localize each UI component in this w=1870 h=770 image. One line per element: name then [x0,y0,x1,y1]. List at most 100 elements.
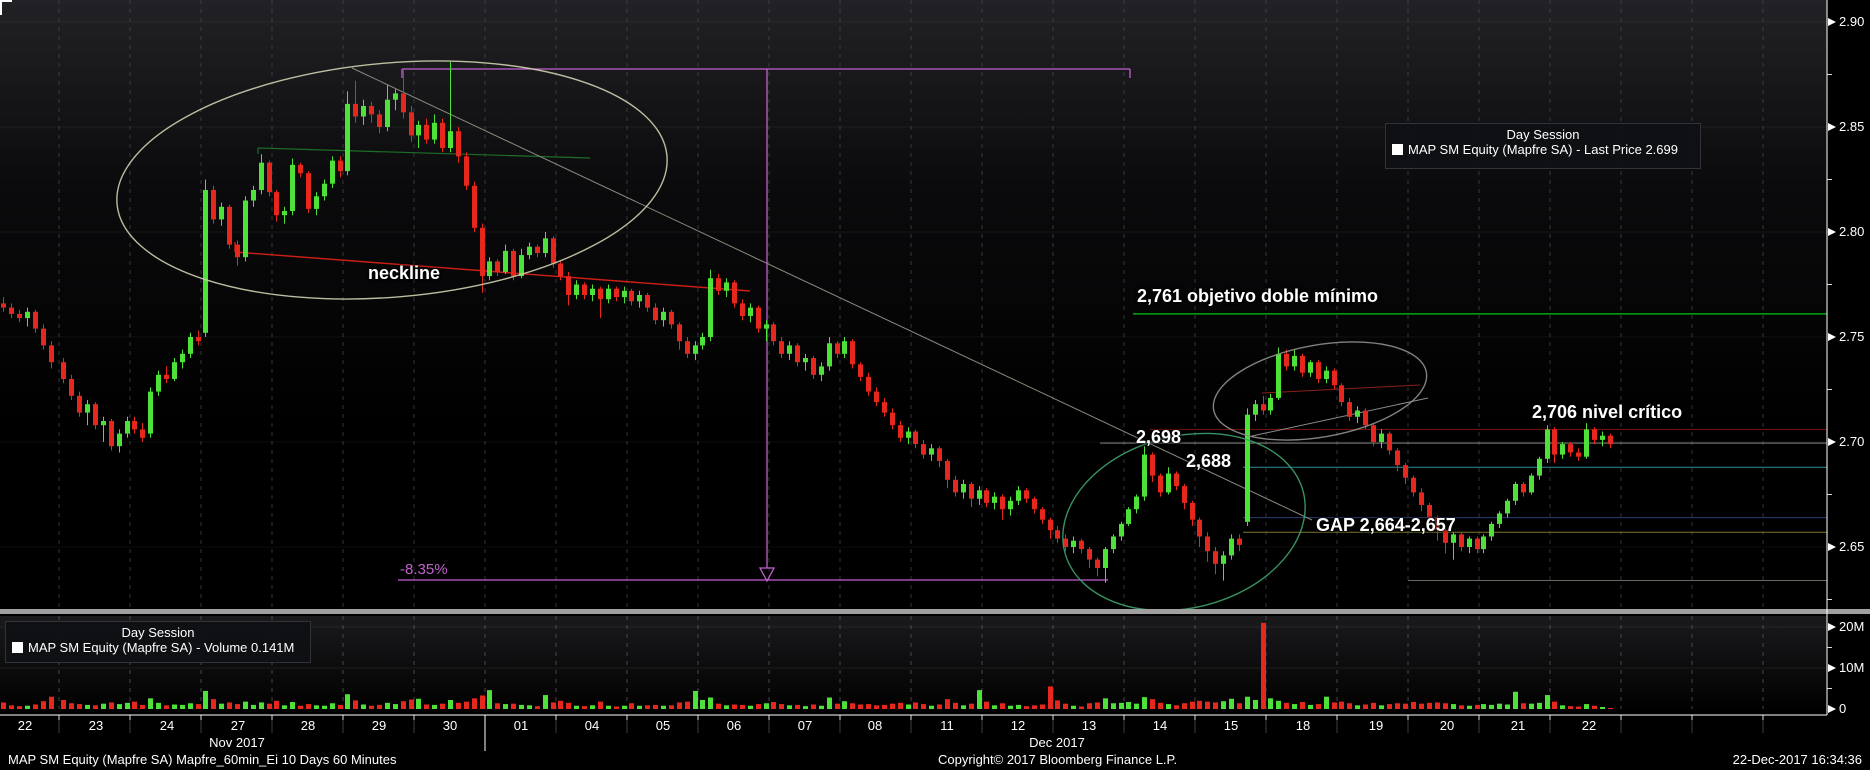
volume-bar [677,702,682,709]
volume-bar [1237,703,1242,709]
volume-bar [125,702,130,709]
candle [1111,536,1116,550]
volume-bar [906,704,911,709]
candle [211,190,216,220]
volume-bar [558,700,563,709]
candle [614,288,619,298]
volume-bar [614,706,619,709]
volume-bar [1584,704,1589,709]
volume-bar [1221,701,1226,709]
x-axis-day-label: 13 [1081,718,1097,733]
candle [219,206,224,220]
candle [1419,492,1424,505]
volume-bar [93,705,98,709]
candle [1521,484,1526,493]
volume-bar [984,701,989,709]
candle [61,362,66,379]
candle [353,103,358,117]
x-axis-day-label: 30 [442,718,458,733]
candle [1355,410,1360,417]
volume-bar [1475,704,1480,709]
x-axis-day-label: 20 [1439,718,1455,733]
x-axis-day-label: 01 [513,718,529,733]
volume-bar [211,699,216,709]
volume-bar [503,704,508,709]
volume-bar [1481,704,1486,709]
x-axis-day-label: 11 [940,718,954,733]
candle [148,391,153,434]
volume-bar [117,704,122,709]
volume-bar [1166,704,1171,709]
volume-bar [937,704,942,709]
volume-bar [716,703,721,709]
volume-bar [1403,703,1408,709]
volume-bar [440,703,445,709]
volume-legend[interactable]: Day Session MAP SM Equity (Mapfre SA) - … [5,621,311,663]
volume-bar [480,695,485,709]
candle [1584,429,1589,457]
candle [787,345,792,354]
candle [1237,538,1242,545]
price-tick-label: 2.85 [1839,119,1865,134]
legend-session-title: Day Session [121,625,195,640]
volume-bar [77,704,82,709]
volume-bar [227,702,232,709]
volume-bar [330,703,335,709]
volume-bar [1055,700,1060,709]
volume-bar [969,703,974,709]
volume-bar [748,705,753,709]
x-axis-month-label: Nov 2017 [209,735,265,750]
candle [1332,370,1337,386]
volume-bar [1008,705,1013,709]
volume-bar [424,704,429,709]
candle [1568,444,1573,453]
candle [574,284,579,295]
candle [85,404,90,413]
candle [669,311,674,325]
candle [1134,496,1139,510]
x-axis-day-label: 23 [88,718,104,733]
candle [984,490,989,503]
candle [156,374,161,392]
candle [779,341,784,354]
volume-bar [535,706,540,709]
x-axis-day-label: 21 [1510,718,1526,733]
candle [401,93,406,113]
price-legend[interactable]: Day Session MAP SM Equity (Mapfre SA) - … [1385,123,1701,169]
volume-bar [1071,705,1076,709]
price-tick-label: 2.80 [1839,224,1865,239]
volume-bar [259,702,264,709]
volume-bar [1592,705,1597,709]
candle [535,246,540,253]
volume-bar [1324,696,1329,709]
candle [235,244,240,258]
candle [756,307,761,329]
x-axis-day-label: 28 [300,718,316,733]
candle [1016,490,1021,501]
candle [1,303,6,308]
pane-divider [0,609,1870,614]
candle [519,255,524,277]
candle [953,479,958,493]
candle [1481,536,1486,550]
volume-bar [416,698,421,709]
volume-bar [787,705,792,709]
volume-bar [1529,703,1534,709]
candle [558,263,563,277]
volume-bar [25,705,30,709]
axis-tick-arrow-icon [1828,18,1836,26]
candle [764,324,769,329]
axis-tick-arrow-icon [1828,438,1836,446]
volume-bar [456,702,461,709]
candle [771,324,776,342]
x-axis-day-label: 15 [1223,718,1239,733]
price-tick-label: 2.70 [1839,434,1865,449]
volume-bar [1213,702,1218,709]
annotation-gap: GAP 2,664-2,657 [1316,515,1456,535]
x-axis-day-label: 29 [371,718,387,733]
candle [369,106,374,115]
candle [393,93,398,100]
candle [132,421,137,430]
annotation-level-2688: 2,688 [1186,451,1232,471]
volume-bar [464,701,469,709]
